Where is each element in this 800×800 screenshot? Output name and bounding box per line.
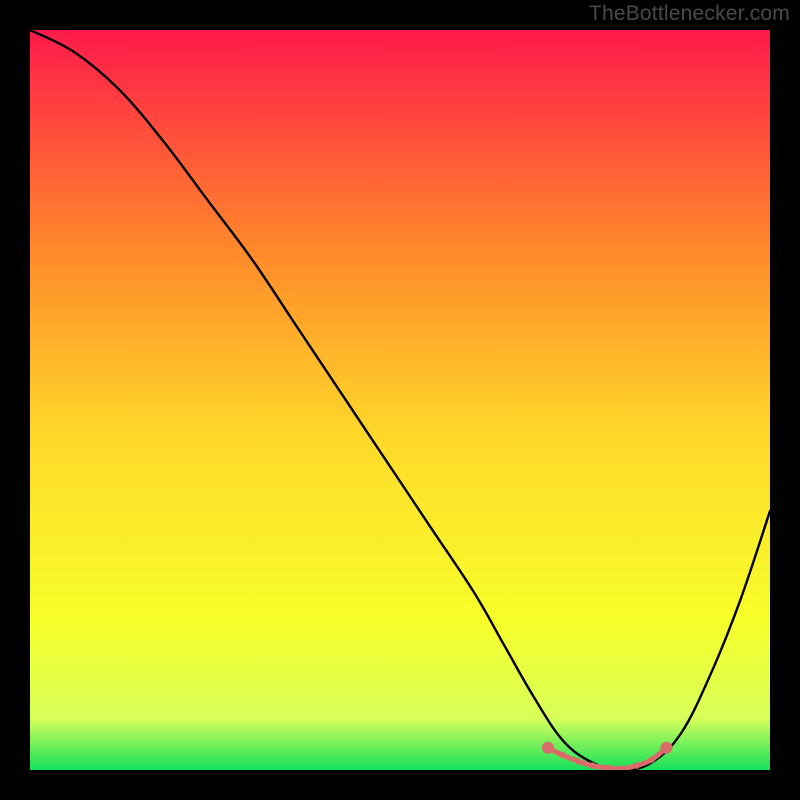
highlight-dot: [574, 758, 580, 764]
highlight-start-dot: [542, 742, 554, 754]
bottleneck-chart: [30, 30, 770, 770]
plot-area: [30, 30, 770, 770]
highlight-dot: [589, 762, 595, 768]
highlight-dot: [648, 756, 654, 762]
highlight-dot: [560, 752, 566, 758]
gradient-background: [30, 30, 770, 770]
chart-stage: TheBottlenecker.com: [0, 0, 800, 800]
highlight-dot: [634, 762, 640, 768]
highlight-end-dot: [660, 742, 672, 754]
watermark-text: TheBottlenecker.com: [589, 2, 790, 26]
